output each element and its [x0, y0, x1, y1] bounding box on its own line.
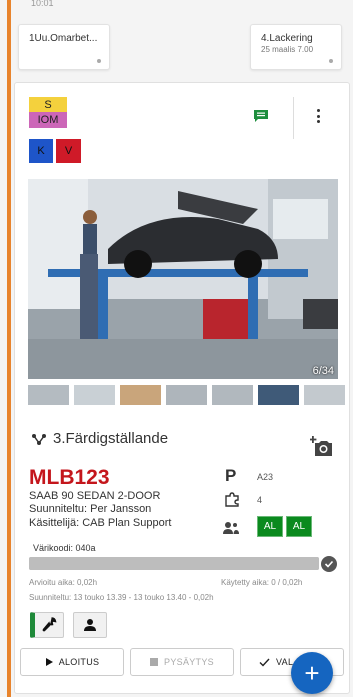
planned-schedule: Suunniteltu: 13 touko 13.39 - 13 touko 1… [29, 593, 214, 602]
workshop-image [28, 179, 338, 379]
accent-bar [7, 0, 11, 697]
progress-bar [29, 557, 319, 570]
thumbnail-strip [28, 385, 345, 405]
tag-s[interactable]: S [29, 97, 67, 112]
assignee-badge[interactable]: AL [286, 516, 312, 537]
wrench-icon [42, 617, 57, 632]
thumbnail[interactable] [304, 385, 345, 405]
step-title: 1Uu.Omarbet... [29, 33, 98, 44]
start-label: ALOITUS [58, 657, 100, 667]
parts-value: 4 [257, 495, 263, 505]
thumbnail[interactable] [212, 385, 253, 405]
step-title: 4.Lackering [261, 33, 313, 44]
stage-progress-icon [32, 434, 46, 445]
user-button[interactable] [73, 612, 107, 638]
work-tool-button[interactable] [30, 612, 64, 638]
used-time: Käytetty aika: 0 / 0,02h [221, 578, 303, 587]
thumbnail[interactable] [258, 385, 299, 405]
vehicle-model: SAAB 90 SEDAN 2-DOOR [29, 490, 161, 502]
step-card-prev[interactable]: 1Uu.Omarbet... [18, 24, 110, 70]
app-screen: 10:01 1Uu.Omarbet... 4.Lackering 25 maal… [0, 0, 353, 697]
assignee-badge[interactable]: AL [257, 516, 283, 537]
person-icon [84, 619, 96, 631]
step-subtitle: 25 maalis 7.00 [261, 45, 314, 54]
tag-v[interactable]: V [56, 139, 81, 163]
pause-button[interactable]: PYSÄYTYS [130, 648, 234, 676]
estimated-time: Arvioitu aika: 0,02h [29, 578, 98, 587]
thumbnail[interactable] [166, 385, 207, 405]
tag-k[interactable]: K [29, 139, 53, 163]
status-text: 10:01 [31, 0, 54, 8]
parking-value: A23 [257, 472, 274, 482]
thumbnail[interactable] [120, 385, 161, 405]
assignees-icon [223, 522, 239, 534]
color-code: Värikoodi: 040a [33, 543, 96, 553]
add-button[interactable]: + [291, 652, 333, 694]
message-icon[interactable] [253, 109, 269, 123]
check-mark-icon [259, 658, 270, 667]
step-dot [97, 59, 101, 63]
parking-label: P [225, 466, 237, 485]
stage-title: 3.Färdigställande [53, 430, 169, 447]
pause-label: PYSÄYTYS [164, 657, 214, 667]
thumbnail[interactable] [74, 385, 115, 405]
vehicle-photo[interactable]: 6/34 [28, 179, 338, 379]
planned-by: Suunniteltu: Per Jansson [29, 503, 152, 515]
divider [293, 97, 294, 139]
more-menu-icon[interactable] [313, 107, 323, 125]
work-card: S IOM K V 6/34 3.Färdigställande MLB123 … [14, 82, 350, 694]
add-photo-icon[interactable] [310, 435, 334, 459]
registration-number: MLB123 [29, 466, 110, 489]
handler: Käsittelijä: CAB Plan Support [29, 517, 172, 529]
step-dot [329, 59, 333, 63]
thumbnail[interactable] [28, 385, 69, 405]
photo-counter: 6/34 [312, 365, 334, 377]
step-card-next[interactable]: 4.Lackering 25 maalis 7.00 [250, 24, 342, 70]
parts-icon [225, 492, 239, 507]
ready-label: VAL [276, 657, 294, 667]
play-icon [45, 658, 53, 666]
start-button[interactable]: ALOITUS [20, 648, 124, 676]
tag-iom[interactable]: IOM [29, 112, 67, 128]
progress-fill [29, 557, 319, 570]
stop-icon [150, 658, 159, 666]
check-icon [321, 556, 337, 572]
